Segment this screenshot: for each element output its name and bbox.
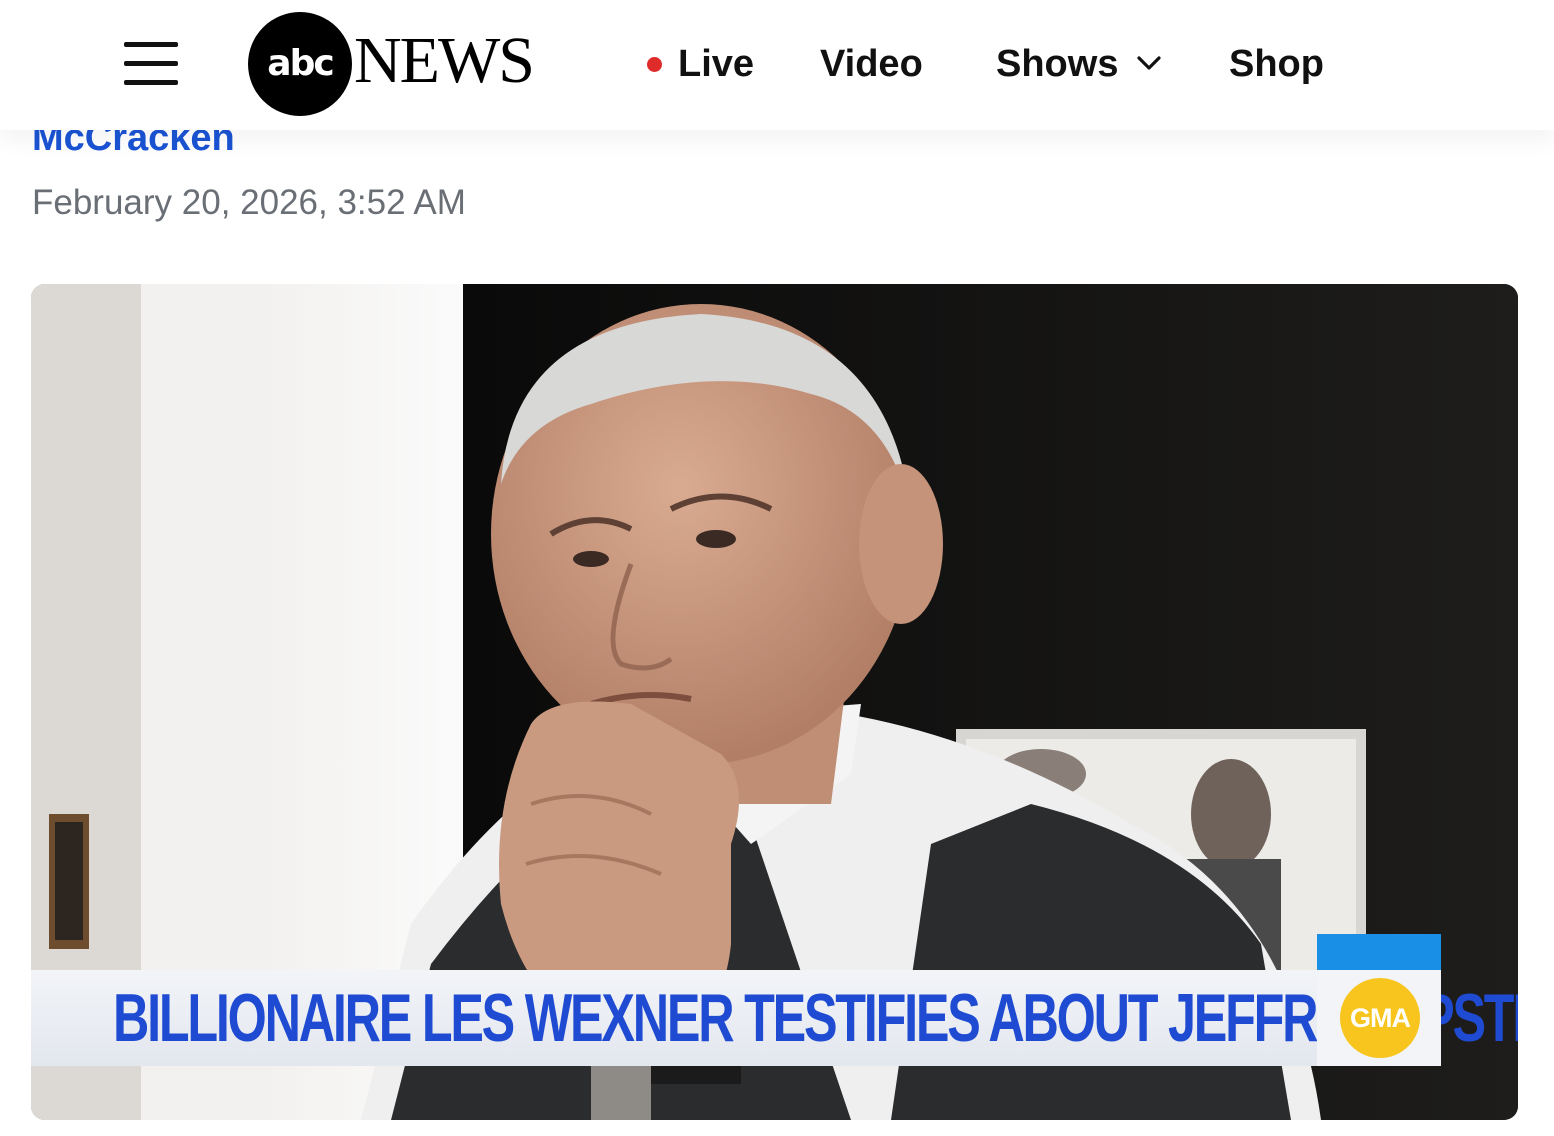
gma-stripe [1317, 934, 1441, 970]
site-header: abc NEWS Live Video Shows Shop [0, 0, 1554, 130]
author-link[interactable]: McCracken [32, 128, 235, 172]
nav-shows[interactable]: Shows [996, 40, 1118, 88]
news-lower-third: BILLIONAIRE LES WEXNER TESTIFIES ABOUT J… [31, 970, 1518, 1066]
live-dot-icon [647, 57, 662, 72]
author-name: McCracken [32, 128, 235, 159]
nav-live[interactable]: Live [678, 40, 754, 88]
gma-logo: GMA [1340, 978, 1420, 1058]
publish-date: February 20, 2026, 3:52 AM [32, 183, 466, 222]
hero-image[interactable]: BILLIONAIRE LES WEXNER TESTIFIES ABOUT J… [31, 284, 1518, 1120]
lower-third-caption: BILLIONAIRE LES WEXNER TESTIFIES ABOUT J… [113, 980, 1518, 1056]
menu-icon[interactable] [124, 42, 178, 86]
gma-bug: GMA [1317, 934, 1441, 1066]
chevron-down-icon[interactable] [1136, 50, 1162, 76]
logo-wordmark: NEWS [354, 24, 535, 97]
logo-mark: abc [248, 12, 352, 116]
nav-shop[interactable]: Shop [1229, 40, 1324, 88]
nav-video[interactable]: Video [820, 40, 923, 88]
